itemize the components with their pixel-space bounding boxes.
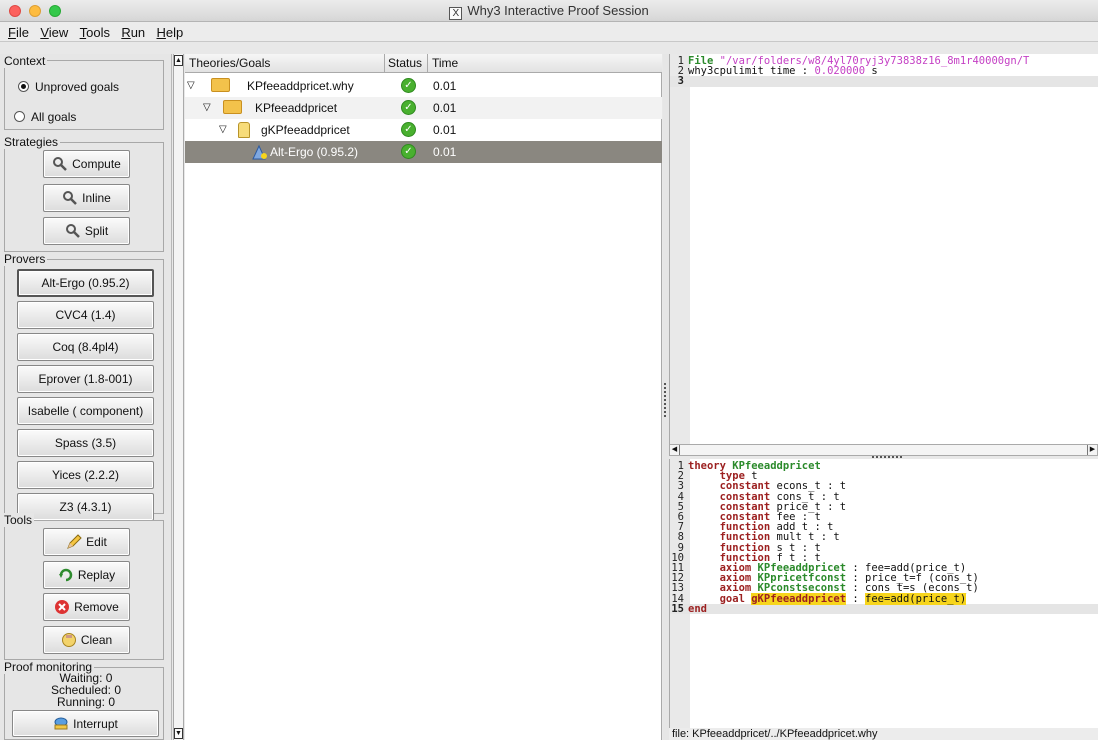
task-hscrollbar[interactable]: ◀ ▶ [669,444,1098,456]
task-gutter [670,54,690,444]
interrupt-icon [54,717,68,729]
radio-selected-icon [18,81,29,92]
splitter-grip[interactable] [664,383,667,417]
prover-cvc4-button[interactable]: CVC4 (1.4) [17,301,154,329]
proved-check-icon: ✓ [401,100,416,115]
header-status[interactable]: Status [388,56,422,70]
provers-title: Provers [2,252,48,266]
expander-open-icon[interactable]: ▽ [187,80,195,91]
menu-view[interactable]: View [36,22,72,40]
header-separator [427,54,428,73]
menu-file[interactable]: File [4,22,33,40]
clean-icon [61,633,76,647]
menu-tools[interactable]: Tools [76,22,114,40]
replay-icon [58,568,73,582]
tree-row-goal[interactable]: ▽ gKPfeeaddpricet ✓ 0.01 [185,119,662,141]
running-count: Running: 0 [56,695,116,709]
radio-unselected-icon [14,111,25,122]
radio-unproved-goals[interactable]: Unproved goals [18,80,119,94]
prover-z3-button[interactable]: Z3 (4.3.1) [17,493,154,521]
scroll-down-arrow-icon[interactable]: ▼ [174,728,183,739]
proved-check-icon: ✓ [401,144,416,159]
menu-bar: File View Tools Run Help [0,22,1098,42]
compute-button[interactable]: Compute [43,150,130,178]
task-view[interactable]: 1 File "/var/folders/w8/4yl70ryj3y73838z1… [669,54,1098,444]
menu-help[interactable]: Help [153,22,188,40]
title-bar: X Why3 Interactive Proof Session [0,0,1098,22]
remove-button[interactable]: Remove [43,593,130,621]
scroll-right-arrow-icon[interactable]: ▶ [1087,445,1097,455]
prover-yices-button[interactable]: Yices (2.2.2) [17,461,154,489]
prover-icon [252,144,267,160]
task-code: 1 File "/var/folders/w8/4yl70ryj3y73838z1… [670,56,1098,87]
replay-button[interactable]: Replay [43,561,130,589]
pencil-icon [67,534,82,549]
scroll-left-arrow-icon[interactable]: ◀ [670,445,680,455]
wrench-icon [63,191,78,205]
proved-check-icon: ✓ [401,78,416,93]
folder-icon [211,78,230,92]
proved-check-icon: ✓ [401,122,416,137]
prover-spass-button[interactable]: Spass (3.5) [17,429,154,457]
split-button[interactable]: Split [43,217,130,245]
goals-tree: Theories/Goals Status Time ▽ KPfeeaddpri… [185,54,662,740]
tree-row-theory[interactable]: ▽ KPfeeaddpricet ✓ 0.01 [185,97,662,119]
context-title: Context [2,54,48,68]
radio-all-goals[interactable]: All goals [14,110,76,124]
clean-button[interactable]: Clean [43,626,130,654]
goal-icon [238,122,250,138]
scroll-up-arrow-icon[interactable]: ▲ [174,55,183,66]
window-title-wrap: X Why3 Interactive Proof Session [0,3,1098,20]
left-panel-scrollbar[interactable]: ▲ ▼ [173,54,184,740]
x11-icon: X [449,7,463,20]
edit-button[interactable]: Edit [43,528,130,556]
source-code: 1 theory KPfeeaddpricet 2 type t3 constant… [670,461,1098,614]
prover-isabelle-button[interactable]: Isabelle ( component) [17,397,154,425]
expander-open-icon[interactable]: ▽ [219,124,227,135]
menu-run[interactable]: Run [117,22,149,40]
strategies-title: Strategies [2,135,61,149]
prover-eprover-button[interactable]: Eprover (1.8-001) [17,365,154,393]
tools-title: Tools [2,513,35,527]
remove-icon [55,600,70,614]
status-bar: file: KPfeeaddpricet/../KPfeeaddpricet.w… [669,728,1098,740]
interrupt-button[interactable]: Interrupt [12,710,159,737]
header-theories-goals[interactable]: Theories/Goals [189,56,270,70]
inline-button[interactable]: Inline [43,184,130,212]
folder-icon [223,100,242,114]
header-separator [384,54,385,73]
left-panel: Context Unproved goals All goals Strateg… [0,54,172,740]
prover-coq-button[interactable]: Coq (8.4pl4) [17,333,154,361]
expander-open-icon[interactable]: ▽ [203,102,211,113]
wrench-icon [65,224,80,238]
wrench-icon [53,157,68,171]
source-view[interactable]: 1 theory KPfeeaddpricet 2 type t3 constant… [669,459,1098,728]
prover-alt-ergo-button[interactable]: Alt-Ergo (0.95.2) [17,269,154,297]
window-title: Why3 Interactive Proof Session [467,3,649,18]
tree-row-prover-attempt[interactable]: Alt-Ergo (0.95.2) ✓ 0.01 [185,141,662,163]
tree-row-file[interactable]: ▽ KPfeeaddpricet.why ✓ 0.01 [185,75,662,97]
tree-header: Theories/Goals Status Time [185,54,662,73]
header-time[interactable]: Time [432,56,458,70]
